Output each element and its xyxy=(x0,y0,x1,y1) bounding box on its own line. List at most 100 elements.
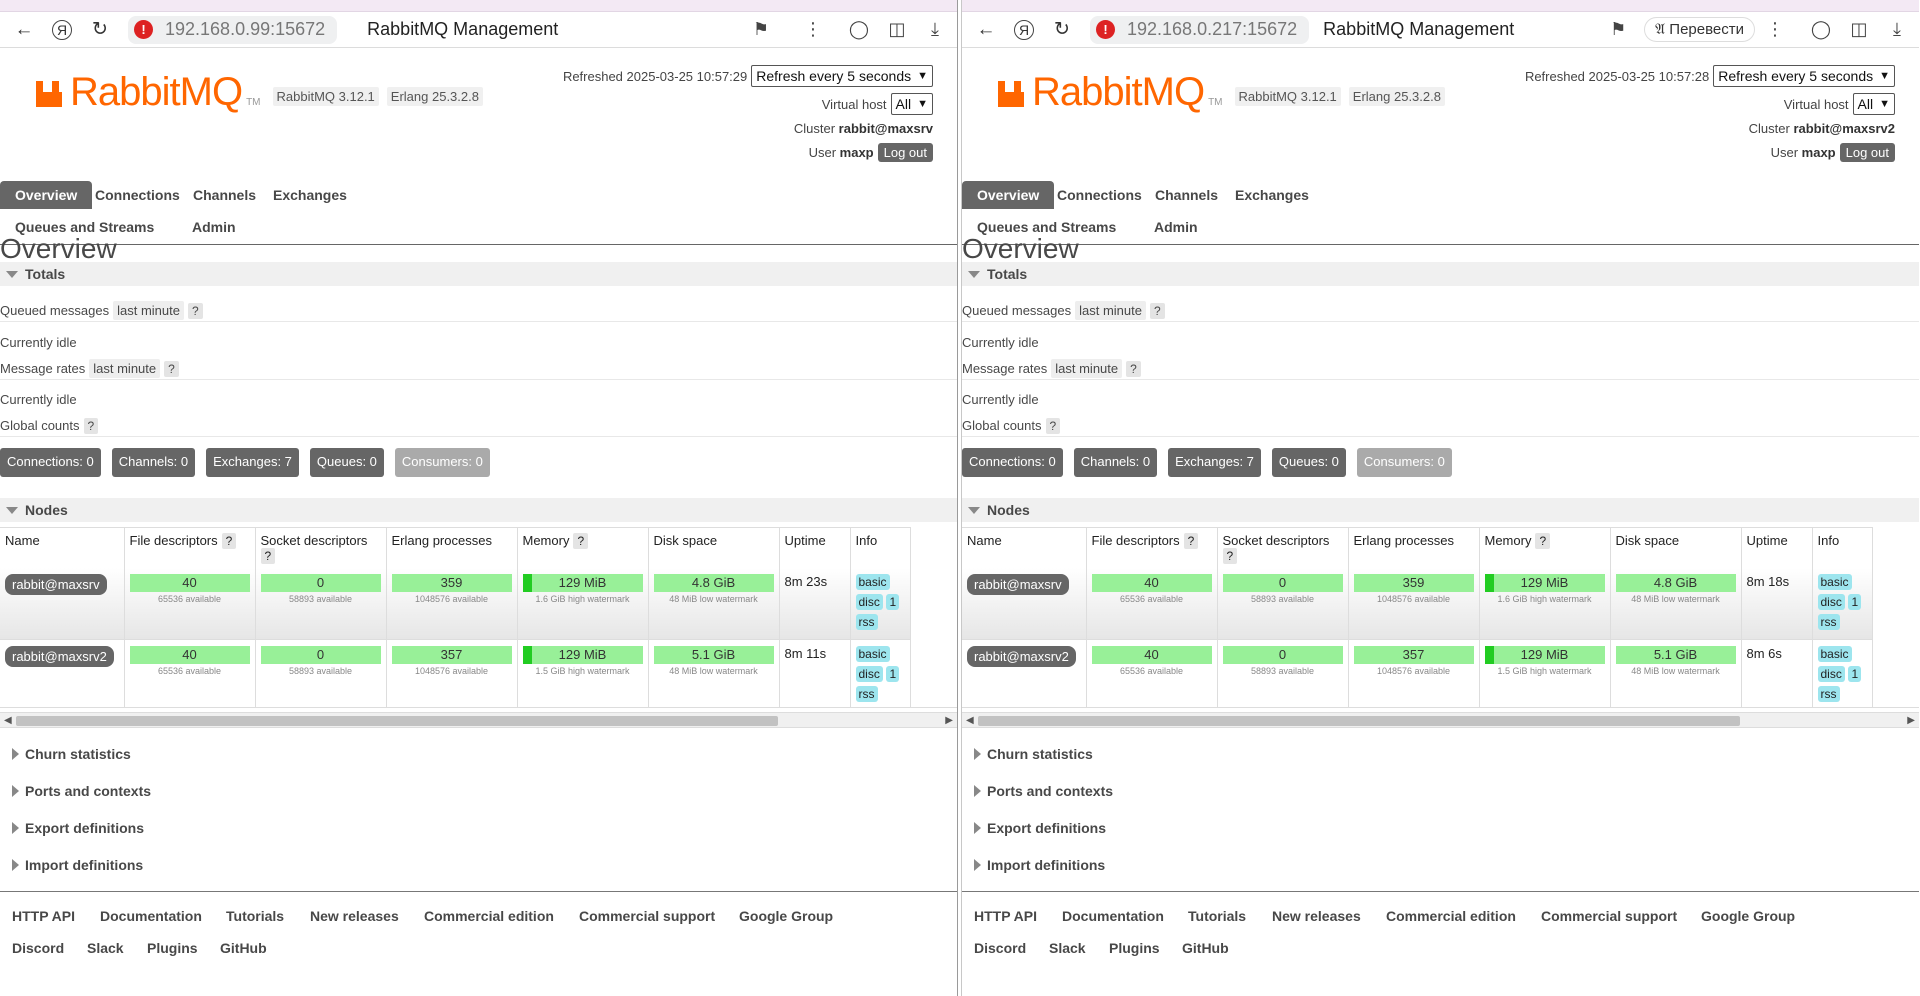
table-row[interactable]: rabbit@maxsrv2 40 65536 available 0 58893 … xyxy=(962,639,1873,707)
nodes-section-header[interactable]: Nodes xyxy=(962,498,1919,522)
back-icon[interactable]: ← xyxy=(972,16,1000,44)
node-name-link[interactable]: rabbit@maxsrv xyxy=(5,574,107,595)
footer-link[interactable]: Commercial support xyxy=(579,908,715,924)
channels-count-button[interactable]: Channels: 0 xyxy=(1073,448,1158,477)
info-badge-basic[interactable]: basic xyxy=(1817,574,1852,590)
collections-icon[interactable]: ◫ xyxy=(885,19,909,40)
info-badge-count[interactable]: 1 xyxy=(1848,665,1862,682)
scroll-left-icon[interactable]: ◀ xyxy=(4,713,12,729)
tab-overview[interactable]: Overview xyxy=(0,181,93,209)
tab-admin[interactable]: Admin xyxy=(1139,213,1213,241)
logout-button[interactable]: Log out xyxy=(1839,142,1895,162)
import-definitions-header[interactable]: Import definitions xyxy=(0,853,957,877)
scroll-right-icon[interactable]: ▶ xyxy=(945,713,953,729)
help-icon[interactable]: ? xyxy=(221,533,237,549)
logout-button[interactable]: Log out xyxy=(877,142,933,162)
extension-icon[interactable]: ◯ xyxy=(847,19,871,40)
tab-admin[interactable]: Admin xyxy=(177,213,251,241)
insecure-warning-icon[interactable]: ! xyxy=(134,20,153,39)
info-badge-count[interactable]: 1 xyxy=(886,665,900,682)
help-icon[interactable]: ? xyxy=(188,303,203,319)
bookmark-icon[interactable]: ⚑ xyxy=(749,19,773,40)
footer-link[interactable]: Tutorials xyxy=(1188,908,1246,924)
footer-link[interactable]: Discord xyxy=(12,940,64,956)
horizontal-scrollbar[interactable]: ◀ ▶ xyxy=(0,712,957,728)
address-bar[interactable]: ! 192.168.0.217:15672 xyxy=(1090,15,1310,44)
exchanges-count-button[interactable]: Exchanges: 7 xyxy=(1168,448,1261,477)
churn-statistics-header[interactable]: Churn statistics xyxy=(0,742,957,766)
queues-count-button[interactable]: Queues: 0 xyxy=(309,448,384,477)
help-icon[interactable]: ? xyxy=(1126,361,1141,377)
scroll-right-icon[interactable]: ▶ xyxy=(1907,713,1915,729)
connections-count-button[interactable]: Connections: 0 xyxy=(962,448,1063,477)
scrollbar-thumb[interactable] xyxy=(16,716,778,726)
info-badge-disc[interactable]: disc xyxy=(855,594,883,610)
url-text[interactable]: 192.168.0.99:15672 xyxy=(165,19,325,40)
help-icon[interactable]: ? xyxy=(1045,418,1061,434)
table-row[interactable]: rabbit@maxsrv2 40 65536 available 0 58893 … xyxy=(0,639,911,707)
yandex-icon[interactable]: Я xyxy=(52,19,72,40)
queued-range-tag[interactable]: last minute xyxy=(113,301,184,320)
exchanges-count-button[interactable]: Exchanges: 7 xyxy=(206,448,299,477)
rates-range-tag[interactable]: last minute xyxy=(89,359,161,378)
help-icon[interactable]: ? xyxy=(1150,303,1165,319)
info-badge-disc[interactable]: disc xyxy=(1817,665,1845,682)
import-definitions-header[interactable]: Import definitions xyxy=(962,853,1919,877)
footer-link[interactable]: Slack xyxy=(87,940,124,956)
totals-section-header[interactable]: Totals xyxy=(0,262,957,286)
collections-icon[interactable]: ◫ xyxy=(1847,19,1871,40)
refresh-select[interactable]: Refresh every 5 seconds ▼ xyxy=(751,65,933,87)
vhost-select[interactable]: All ▼ xyxy=(1852,93,1895,115)
scrollbar-thumb[interactable] xyxy=(978,716,1740,726)
bookmark-icon[interactable]: ⚑ xyxy=(1606,19,1630,40)
info-badge-basic[interactable]: basic xyxy=(855,645,890,662)
footer-link[interactable]: Tutorials xyxy=(226,908,284,924)
ports-and-contexts-header[interactable]: Ports and contexts xyxy=(962,779,1919,803)
footer-link[interactable]: HTTP API xyxy=(12,908,75,924)
insecure-warning-icon[interactable]: ! xyxy=(1096,20,1115,39)
footer-link[interactable]: New releases xyxy=(1272,908,1361,924)
consumers-count-button[interactable]: Consumers: 0 xyxy=(394,448,490,477)
footer-link[interactable]: Documentation xyxy=(1062,908,1164,924)
help-icon[interactable]: ? xyxy=(164,361,179,377)
footer-link[interactable]: Commercial edition xyxy=(424,908,554,924)
info-badge-rss[interactable]: rss xyxy=(1817,685,1840,702)
footer-link[interactable]: Google Group xyxy=(1701,908,1795,924)
footer-link[interactable]: Commercial edition xyxy=(1386,908,1516,924)
info-badge-rss[interactable]: rss xyxy=(855,614,878,630)
footer-link[interactable]: Commercial support xyxy=(1541,908,1677,924)
back-icon[interactable]: ← xyxy=(10,16,38,44)
help-icon[interactable]: ? xyxy=(573,533,589,549)
connections-count-button[interactable]: Connections: 0 xyxy=(0,448,101,477)
extension-icon[interactable]: ◯ xyxy=(1809,19,1833,40)
translate-button[interactable]: 𝔄 Перевести xyxy=(1644,17,1755,42)
ports-and-contexts-header[interactable]: Ports and contexts xyxy=(0,779,957,803)
reload-icon[interactable]: ↻ xyxy=(86,16,114,44)
info-badge-rss[interactable]: rss xyxy=(1817,614,1840,630)
node-name-link[interactable]: rabbit@maxsrv2 xyxy=(967,645,1076,667)
address-bar[interactable]: ! 192.168.0.99:15672 xyxy=(128,15,338,44)
help-icon[interactable]: ? xyxy=(1183,533,1199,549)
footer-link[interactable]: Google Group xyxy=(739,908,833,924)
footer-link[interactable]: Discord xyxy=(974,940,1026,956)
consumers-count-button[interactable]: Consumers: 0 xyxy=(1356,448,1452,477)
download-icon[interactable]: ⤓ xyxy=(923,19,947,40)
info-badge-basic[interactable]: basic xyxy=(855,574,890,590)
info-badge-disc[interactable]: disc xyxy=(855,665,883,682)
export-definitions-header[interactable]: Export definitions xyxy=(0,816,957,840)
download-icon[interactable]: ⤓ xyxy=(1885,19,1909,40)
help-icon[interactable]: ? xyxy=(1222,548,1238,564)
info-badge-rss[interactable]: rss xyxy=(855,685,878,702)
tab-overview[interactable]: Overview xyxy=(962,181,1055,209)
rabbitmq-logo[interactable]: RabbitMQ TM RabbitMQ 3.12.1 Erlang 25.3.… xyxy=(998,70,1445,114)
node-name-link[interactable]: rabbit@maxsrv2 xyxy=(5,645,114,667)
queued-range-tag[interactable]: last minute xyxy=(1075,301,1146,320)
footer-link[interactable]: GitHub xyxy=(220,940,267,956)
horizontal-scrollbar[interactable]: ◀ ▶ xyxy=(962,712,1919,728)
reload-icon[interactable]: ↻ xyxy=(1048,16,1076,44)
refresh-select[interactable]: Refresh every 5 seconds ▼ xyxy=(1713,65,1895,87)
footer-link[interactable]: New releases xyxy=(310,908,399,924)
tab-exchanges[interactable]: Exchanges xyxy=(258,181,362,209)
rates-range-tag[interactable]: last minute xyxy=(1051,359,1123,378)
vhost-select[interactable]: All ▼ xyxy=(890,93,933,115)
